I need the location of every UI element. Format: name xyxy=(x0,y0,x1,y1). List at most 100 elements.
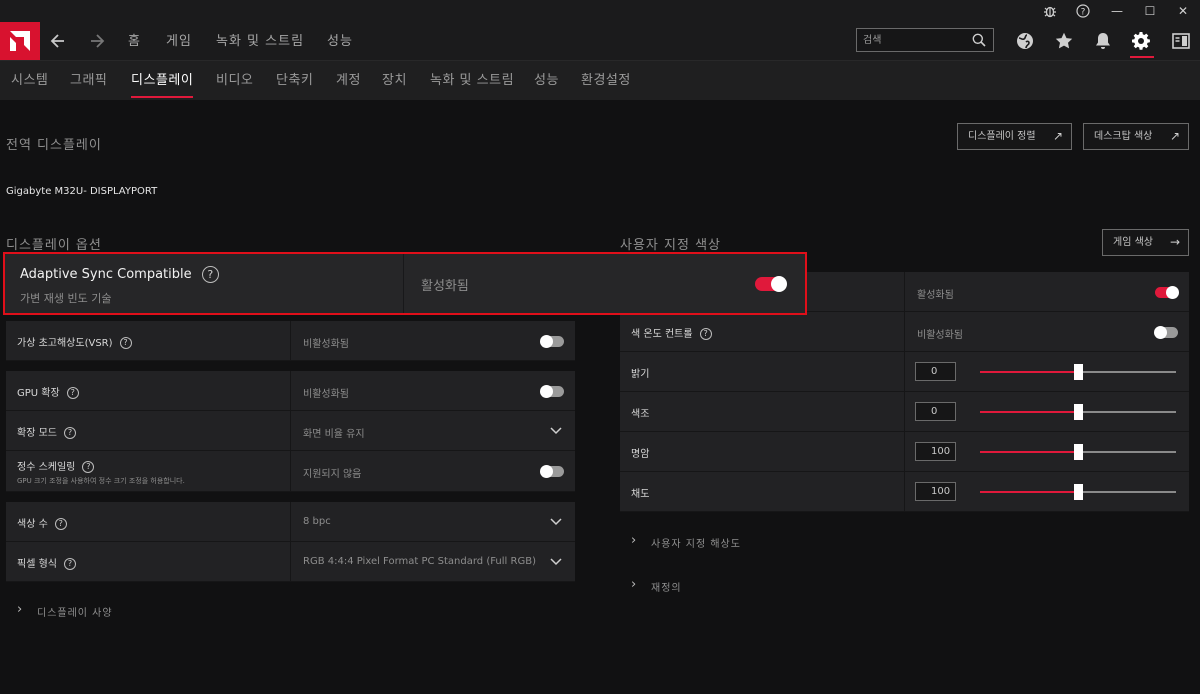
chevron-right-icon: › xyxy=(631,577,638,592)
contrast-slider-thumb[interactable] xyxy=(1074,444,1083,460)
back-button[interactable] xyxy=(50,22,66,60)
hue-slider-thumb[interactable] xyxy=(1074,404,1083,420)
nav-home[interactable]: 홈 xyxy=(128,22,141,60)
tab-devices[interactable]: 장치 xyxy=(382,61,407,101)
pixel-format-label-wrap: 픽셀 형식? xyxy=(17,555,76,570)
row-divider xyxy=(290,321,291,360)
color-temp-row: 색 온도 컨트롤? 비활성화됨 xyxy=(620,312,1189,352)
gpu-scaling-label-wrap: GPU 확장? xyxy=(17,384,79,399)
chevron-down-icon[interactable] xyxy=(550,558,562,566)
help-icon[interactable]: ? xyxy=(201,266,219,283)
desktop-color-button[interactable]: 데스크탑 색상 ↗ xyxy=(1083,123,1189,150)
nav-gaming[interactable]: 게임 xyxy=(166,22,192,60)
card-divider xyxy=(403,254,404,313)
custom-resolution-expander[interactable]: › 사용자 지정 해상도 xyxy=(631,533,741,550)
adaptive-sync-title: Adaptive Sync Compatible xyxy=(20,267,192,282)
saturation-slider[interactable] xyxy=(980,484,1176,500)
gpu-scaling-toggle[interactable] xyxy=(540,385,564,398)
maximize-button[interactable]: ☐ xyxy=(1141,2,1159,20)
active-settings-indicator xyxy=(1130,56,1154,58)
help-icon[interactable]: ? xyxy=(119,337,132,349)
pixel-format-value: RGB 4:4:4 Pixel Format PC Standard (Full… xyxy=(303,556,536,567)
vsr-row: 가상 초고해상도(VSR)? 비활성화됨 xyxy=(6,321,575,361)
bug-icon[interactable] xyxy=(1041,2,1059,20)
color-temp-label: 색 온도 컨트롤 xyxy=(631,329,693,340)
tab-graphics[interactable]: 그래픽 xyxy=(70,61,107,101)
globe-icon[interactable] xyxy=(1015,31,1035,51)
bell-icon[interactable] xyxy=(1093,31,1113,51)
row-divider xyxy=(904,472,905,511)
tab-hotkeys[interactable]: 단축키 xyxy=(276,61,313,101)
external-link-icon: ↗ xyxy=(1052,129,1063,143)
chevron-down-icon[interactable] xyxy=(550,518,562,526)
search-icon[interactable] xyxy=(972,33,986,47)
tab-record-stream[interactable]: 녹화 및 스트림 xyxy=(430,61,514,101)
gear-icon[interactable] xyxy=(1131,31,1151,51)
hue-row: 색조 0 xyxy=(620,392,1189,432)
arrow-left-icon xyxy=(50,34,64,48)
game-color-label: 게임 색상 xyxy=(1113,237,1153,248)
saturation-slider-thumb[interactable] xyxy=(1074,484,1083,500)
tab-performance[interactable]: 성능 xyxy=(534,61,559,101)
color-depth-value: 8 bpc xyxy=(303,516,331,527)
hue-slider[interactable] xyxy=(980,404,1176,420)
tab-video[interactable]: 비디오 xyxy=(216,61,253,101)
integer-scaling-value: 지원되지 않음 xyxy=(303,469,362,480)
help-icon[interactable]: ? xyxy=(54,518,67,530)
amd-logo[interactable] xyxy=(0,22,40,60)
search-box[interactable] xyxy=(856,28,994,52)
vsr-label-wrap: 가상 초고해상도(VSR)? xyxy=(17,334,132,349)
adaptive-sync-value: 활성화됨 xyxy=(421,279,469,294)
top-navigation: 홈 게임 녹화 및 스트림 성능 xyxy=(0,22,1200,60)
tab-account[interactable]: 계정 xyxy=(336,61,361,101)
saturation-input[interactable]: 100 xyxy=(915,482,956,501)
integer-scaling-toggle[interactable] xyxy=(540,465,564,478)
chevron-down-icon[interactable] xyxy=(550,427,562,435)
tab-display[interactable]: 디스플레이 xyxy=(131,61,194,101)
sidebar-icon[interactable] xyxy=(1171,31,1191,51)
color-depth-row[interactable]: 색상 수? 8 bpc xyxy=(6,502,575,542)
adaptive-sync-title-wrap: Adaptive Sync Compatible ? xyxy=(20,266,219,283)
display-specs-expander[interactable]: › 디스플레이 사양 xyxy=(17,602,113,619)
brightness-input[interactable]: 0 xyxy=(915,362,956,381)
row-divider xyxy=(904,432,905,471)
overrides-expander[interactable]: › 재정의 xyxy=(631,577,682,594)
contrast-slider[interactable] xyxy=(980,444,1176,460)
pixel-format-label: 픽셀 형식 xyxy=(17,559,57,570)
row-divider xyxy=(290,411,291,450)
brightness-row: 밝기 0 xyxy=(620,352,1189,392)
nav-performance[interactable]: 성능 xyxy=(327,22,353,60)
tab-system[interactable]: 시스템 xyxy=(11,61,48,101)
tab-preferences[interactable]: 환경설정 xyxy=(581,61,631,101)
scaling-mode-row[interactable]: 확장 모드? 화면 비율 유지 xyxy=(6,411,575,451)
pixel-format-row[interactable]: 픽셀 형식? RGB 4:4:4 Pixel Format PC Standar… xyxy=(6,542,575,582)
help-icon[interactable]: ? xyxy=(63,427,76,439)
help-icon[interactable]: ? xyxy=(699,328,712,340)
help-circle-icon[interactable]: ? xyxy=(1074,2,1092,20)
help-icon[interactable]: ? xyxy=(66,387,79,399)
forward-button[interactable] xyxy=(89,22,105,60)
row-divider xyxy=(290,502,291,541)
adaptive-sync-toggle[interactable] xyxy=(755,276,787,292)
minimize-button[interactable]: — xyxy=(1108,2,1126,20)
contrast-row: 명암 100 xyxy=(620,432,1189,472)
help-icon[interactable]: ? xyxy=(82,461,95,473)
hue-input[interactable]: 0 xyxy=(915,402,956,421)
color-temp-toggle[interactable] xyxy=(1154,326,1178,339)
game-color-button[interactable]: 게임 색상 → xyxy=(1102,229,1189,256)
help-icon[interactable]: ? xyxy=(63,558,76,570)
contrast-input[interactable]: 100 xyxy=(915,442,956,461)
integer-scaling-label-wrap: 정수 스케일링? xyxy=(17,458,95,473)
custom-color-toggle[interactable] xyxy=(1155,286,1179,299)
close-button[interactable]: ✕ xyxy=(1174,2,1192,20)
search-input[interactable] xyxy=(863,32,963,48)
hue-slider-fill xyxy=(980,411,1078,413)
nav-record-stream[interactable]: 녹화 및 스트림 xyxy=(216,22,304,60)
vsr-toggle[interactable] xyxy=(540,335,564,348)
brightness-slider[interactable] xyxy=(980,364,1176,380)
display-arrangement-button[interactable]: 디스플레이 정렬 ↗ xyxy=(957,123,1072,150)
star-icon[interactable] xyxy=(1054,31,1074,51)
brightness-slider-thumb[interactable] xyxy=(1074,364,1083,380)
integer-scaling-label: 정수 스케일링 xyxy=(17,462,76,473)
display-specs-label: 디스플레이 사양 xyxy=(37,608,113,619)
